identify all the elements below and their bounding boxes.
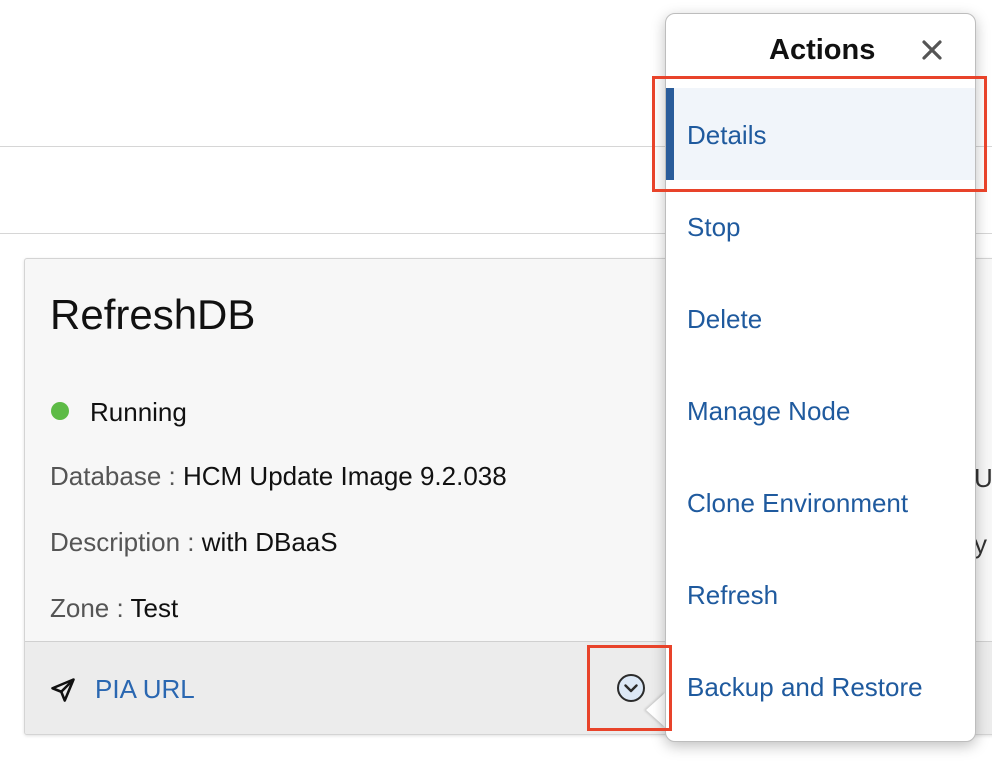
menu-item-delete[interactable]: Delete xyxy=(666,272,975,364)
menu-item-label: Stop xyxy=(687,212,741,242)
highlight-box-details xyxy=(652,76,987,192)
description-field: Description : with DBaaS xyxy=(50,527,338,558)
field-label: Zone : xyxy=(50,593,124,623)
menu-item-label: Clone Environment xyxy=(687,488,909,518)
popup-title: Actions xyxy=(769,34,876,66)
field-label: Description : xyxy=(50,527,195,557)
database-field: Database : HCM Update Image 9.2.038 xyxy=(50,461,507,492)
menu-item-backup-and-restore[interactable]: Backup and Restore xyxy=(666,640,975,732)
field-value: with DBaaS xyxy=(201,527,338,557)
field-label: Database : xyxy=(50,461,176,491)
pia-url-link[interactable]: PIA URL xyxy=(95,674,195,705)
field-value: Test xyxy=(130,593,179,623)
highlight-box-toggle xyxy=(587,645,672,731)
status-indicator-icon xyxy=(51,402,69,420)
menu-item-label: Manage Node xyxy=(687,396,851,426)
menu-item-manage-node[interactable]: Manage Node xyxy=(666,364,975,456)
navigation-arrow-icon xyxy=(51,678,75,702)
menu-item-label: Backup and Restore xyxy=(687,672,923,702)
zone-field: Zone : Test xyxy=(50,593,178,624)
close-icon[interactable] xyxy=(920,38,944,62)
menu-item-stop[interactable]: Stop xyxy=(666,180,975,272)
menu-item-label: Delete xyxy=(687,304,763,334)
screen: RefreshDB Running Database : HCM Update … xyxy=(0,0,992,762)
menu-item-refresh[interactable]: Refresh xyxy=(666,548,975,640)
status-label: Running xyxy=(90,397,187,427)
environment-title: RefreshDB xyxy=(50,291,256,338)
truncated-text: U xyxy=(974,463,992,493)
field-value: HCM Update Image 9.2.038 xyxy=(182,461,507,491)
menu-item-label: Refresh xyxy=(687,580,779,610)
menu-item-clone-environment[interactable]: Clone Environment xyxy=(666,456,975,548)
